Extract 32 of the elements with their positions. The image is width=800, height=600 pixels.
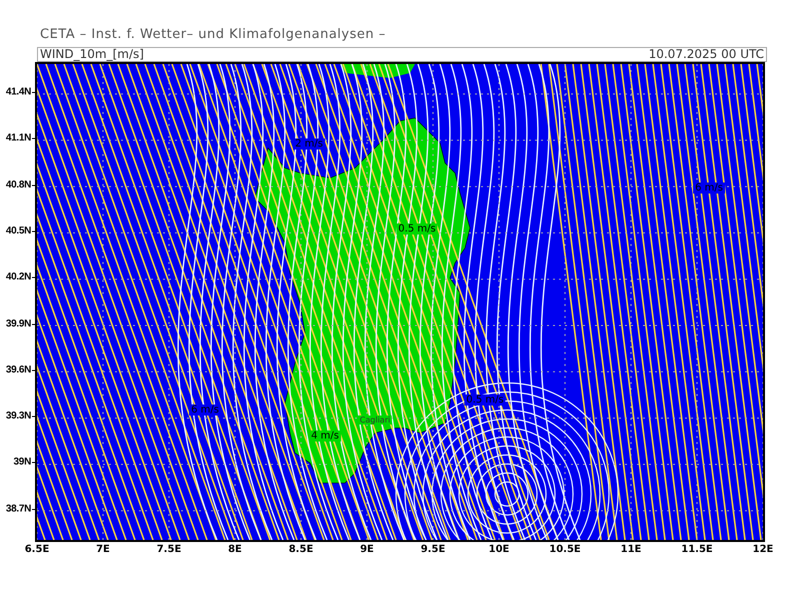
latitude-label: 40.5N — [6, 225, 31, 236]
latitude-label: 39.3N — [6, 410, 31, 422]
longitude-label: 9.5E — [420, 544, 446, 555]
wind-speed-label: 0.5 m/s — [396, 224, 438, 234]
wind-speed-label: 4 m/s — [309, 430, 341, 442]
latitude-label: 38.7N — [6, 503, 31, 514]
header-title: CETA – Inst. f. Wetter– und Klimafolgenanalysen – — [39, 26, 387, 44]
longitude-label: 11E — [620, 544, 642, 555]
latitude-label: 39N — [14, 456, 31, 468]
longitude-label: 10E — [488, 544, 510, 555]
latitude-label: 39.9N — [6, 318, 31, 329]
longitude-label: 11.5E — [681, 544, 713, 555]
variable-label: WIND_10m_[m/s] — [40, 48, 144, 61]
latitude-label: 40.8N — [6, 179, 31, 190]
wind-speed-label: 6 m/s — [693, 182, 725, 194]
latitude-label: 40.2N — [6, 272, 31, 283]
longitude-label: 8E — [228, 544, 242, 555]
wind-speed-label: 0.5 m/s — [464, 394, 506, 406]
latitude-label: 39.6N — [6, 364, 31, 376]
wind-speed-label: 6 m/s — [189, 404, 221, 416]
city-label: Cagliari — [358, 416, 392, 424]
longitude-label: 12E — [752, 544, 774, 555]
longitude-label: 7E — [96, 544, 110, 555]
longitude-label: 6.5E — [24, 544, 50, 555]
longitude-label: 10.5E — [549, 544, 581, 555]
latitude-label: 41.4N — [6, 86, 31, 98]
latitude-label: 41.1N — [6, 132, 31, 144]
valid-time: 10.07.2025 00 UTC — [648, 48, 764, 61]
longitude-label: 8.5E — [288, 544, 314, 555]
longitude-label: 9E — [360, 544, 374, 555]
wind-speed-label: 2 m/s — [293, 138, 325, 150]
longitude-label: 7.5E — [156, 544, 182, 555]
